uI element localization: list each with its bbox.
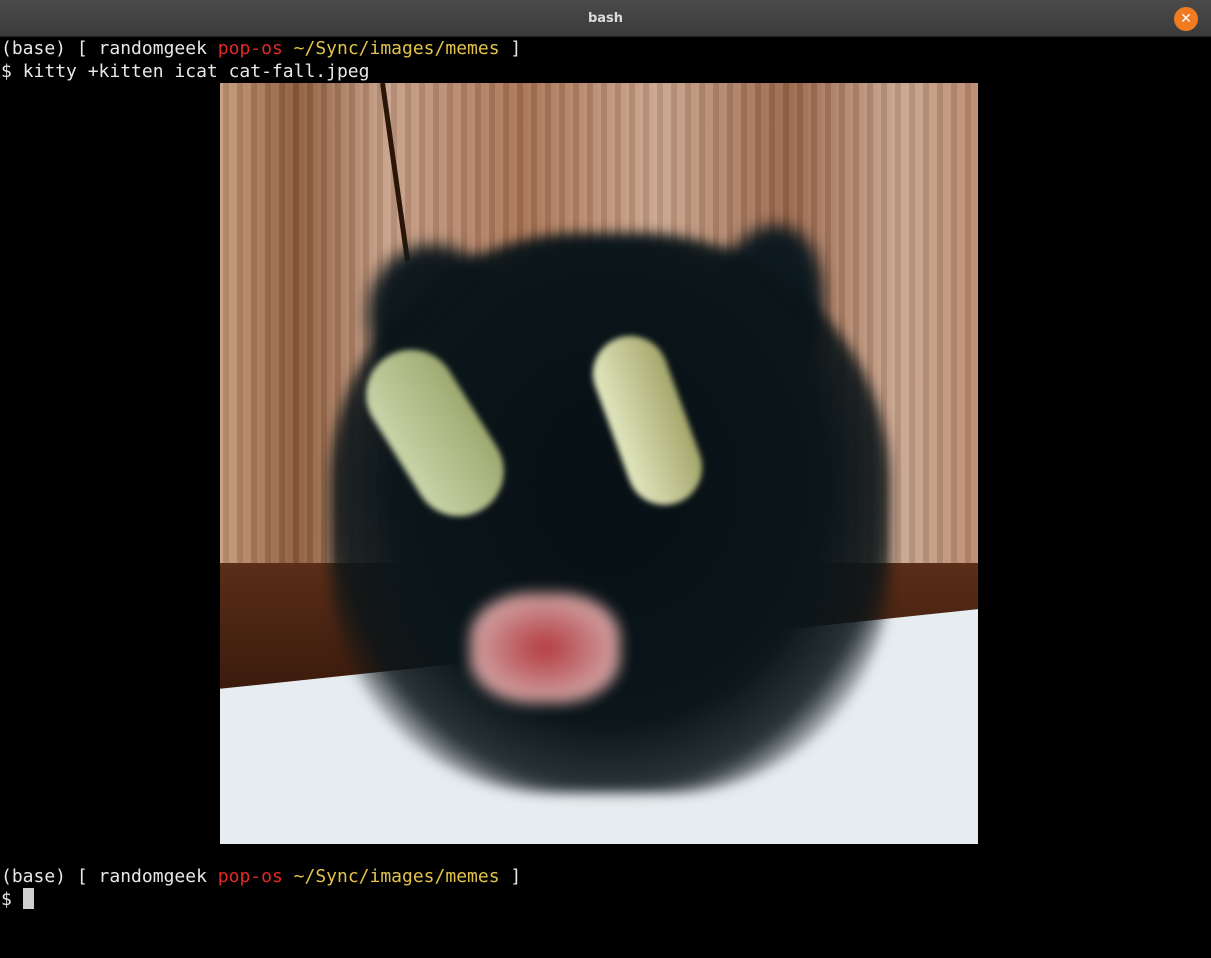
prompt-path: ~/Sync/images/memes — [293, 866, 500, 887]
conda-env: (base) — [1, 866, 67, 887]
prompt-symbol: $ — [1, 61, 12, 82]
prompt-host: pop-os — [217, 38, 283, 59]
input-line[interactable]: $ — [1, 888, 34, 911]
command-text: kitty +kitten icat cat-fall.jpeg — [22, 61, 370, 82]
terminal-view[interactable]: (base) [ randomgeek pop-os ~/Sync/images… — [0, 37, 1211, 958]
cat-mouth — [470, 593, 620, 703]
prompt-bracket: [ — [66, 38, 99, 59]
close-icon[interactable]: ✕ — [1174, 7, 1198, 31]
prompt-host: pop-os — [217, 866, 283, 887]
cat-image — [220, 83, 978, 844]
cat-body — [330, 233, 890, 793]
text-cursor — [22, 888, 34, 909]
window-titlebar: bash ✕ — [0, 0, 1211, 37]
command-line: $ kitty +kitten icat cat-fall.jpeg — [1, 60, 369, 83]
prompt-user: randomgeek — [98, 866, 207, 887]
prompt-line: (base) [ randomgeek pop-os ~/Sync/images… — [1, 865, 521, 888]
prompt-user: randomgeek — [98, 38, 207, 59]
conda-env: (base) — [1, 38, 67, 59]
prompt-line: (base) [ randomgeek pop-os ~/Sync/images… — [1, 37, 521, 60]
prompt-bracket: ] — [499, 38, 522, 59]
prompt-bracket: ] — [499, 866, 522, 887]
prompt-bracket: [ — [66, 866, 99, 887]
prompt-symbol: $ — [1, 889, 12, 910]
prompt-path: ~/Sync/images/memes — [293, 38, 500, 59]
window-title: bash — [587, 11, 624, 26]
